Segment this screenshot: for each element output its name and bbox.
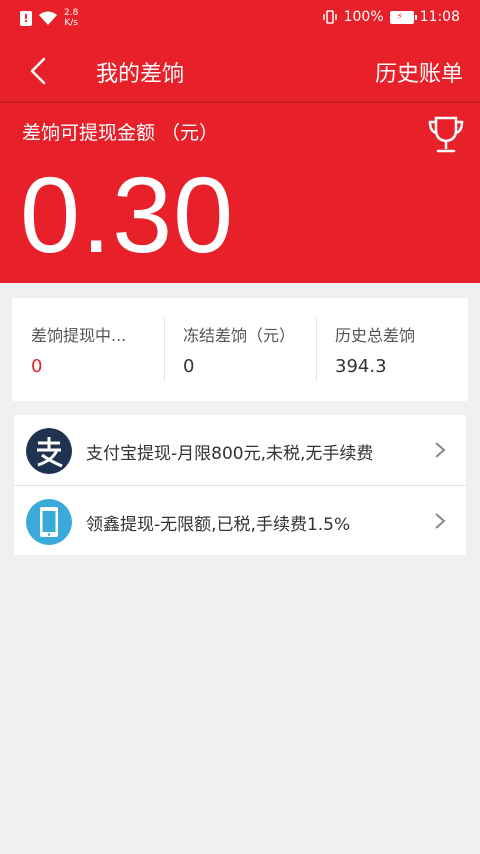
history-bill-link[interactable]: 历史账单	[375, 56, 463, 88]
navbar-divider	[0, 101, 480, 103]
stat-history-total: 历史总差饷 394.3	[316, 298, 468, 401]
withdraw-method-alipay[interactable]: 支付宝提现-月限800元,未税,无手续费	[14, 415, 466, 485]
chevron-right-icon	[435, 442, 446, 458]
status-bar: ! 2.8 K/s 100% ⚡ 11:08	[0, 0, 480, 38]
net-speed-unit: K/s	[64, 18, 78, 28]
withdraw-method-label: 领鑫提现-无限额,已税,手续费1.5%	[86, 515, 351, 535]
alert-icon: !	[20, 10, 32, 26]
header-banner: ! 2.8 K/s 100% ⚡ 11:08 我的差饷 历史账单 差饷可提现金额…	[0, 0, 480, 283]
withdraw-method-lingxin[interactable]: 领鑫提现-无限额,已税,手续费1.5%	[14, 485, 466, 555]
chevron-right-icon	[435, 513, 446, 529]
clock: 11:08	[419, 9, 460, 25]
trophy-icon[interactable]	[426, 114, 466, 156]
net-speed: 2.8 K/s	[64, 8, 78, 28]
vibrate-icon	[322, 10, 337, 24]
net-speed-value: 2.8	[64, 8, 79, 18]
navbar: 我的差饷 历史账单	[0, 40, 480, 102]
alipay-icon	[26, 428, 72, 474]
back-arrow-icon[interactable]	[24, 56, 52, 86]
battery-percent: 100%	[343, 9, 384, 25]
battery-icon: ⚡	[389, 10, 417, 24]
withdraw-method-label: 支付宝提现-月限800元,未税,无手续费	[86, 444, 374, 464]
withdrawable-amount: 0.30	[20, 154, 235, 275]
wifi-icon	[39, 11, 57, 25]
stat-label: 历史总差饷	[335, 326, 416, 345]
stat-withdrawing: 差饷提现中... 0	[12, 298, 164, 401]
stat-value: 0	[31, 356, 43, 377]
stat-frozen: 冻结差饷（元） 0	[164, 298, 316, 401]
withdrawable-amount-label: 差饷可提现金额 （元）	[22, 122, 219, 144]
stat-value: 0	[183, 356, 195, 377]
stat-label: 冻结差饷（元）	[183, 326, 296, 345]
stat-label: 差饷提现中...	[31, 326, 127, 345]
stat-value: 394.3	[335, 356, 387, 377]
withdraw-methods-list: 支付宝提现-月限800元,未税,无手续费 领鑫提现-无限额,已税,手续费1.5%	[14, 415, 466, 555]
stats-card: 差饷提现中... 0 冻结差饷（元） 0 历史总差饷 394.3	[12, 298, 468, 401]
phone-icon	[26, 499, 72, 545]
page-title: 我的差饷	[96, 62, 185, 87]
